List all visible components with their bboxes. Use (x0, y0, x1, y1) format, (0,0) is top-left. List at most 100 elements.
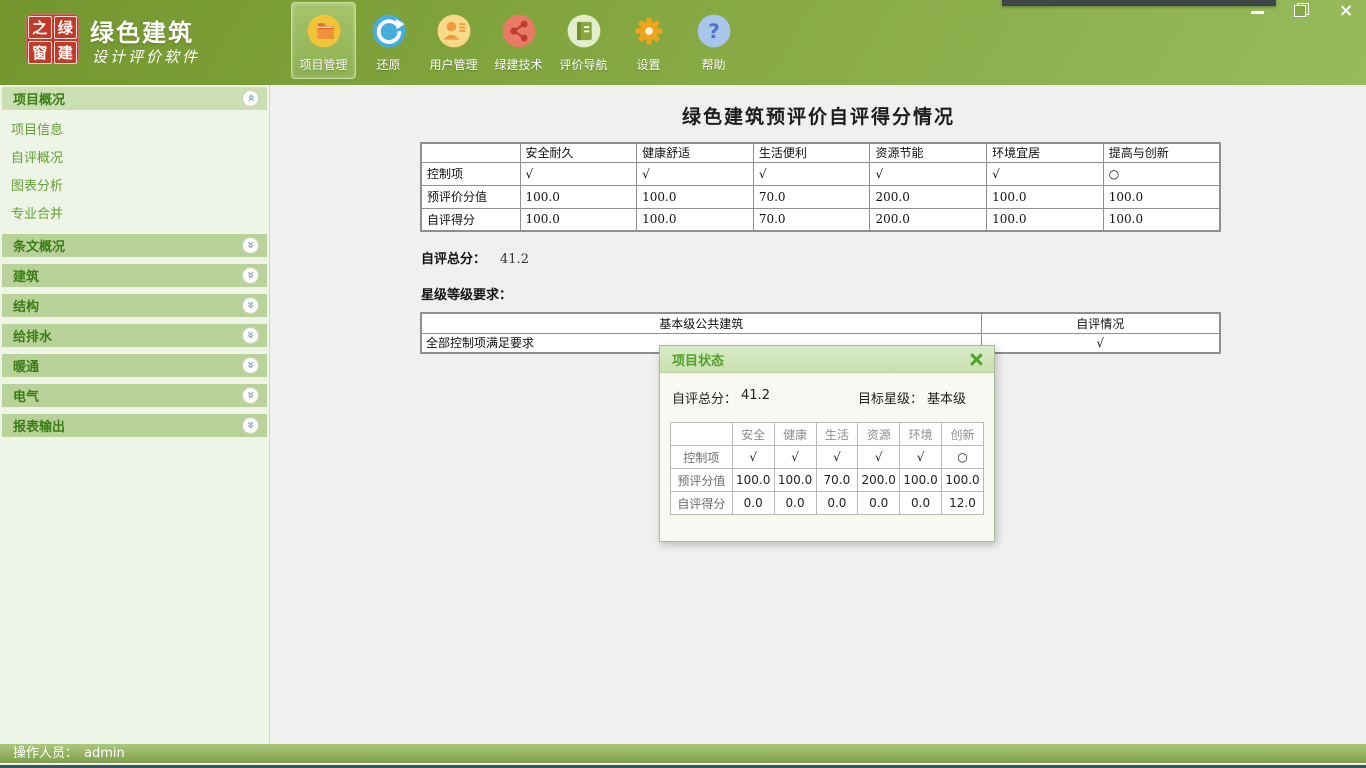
table-header-cell: 环境宜居 (987, 143, 1104, 162)
chevron-down-icon[interactable] (242, 267, 259, 284)
self-eval-total-label: 自评总分： (421, 252, 486, 267)
table-cell: 100.0 (637, 208, 754, 231)
table-cell: 200.0 (858, 469, 900, 492)
sidebar-item-project-info[interactable]: 项目信息 (0, 117, 269, 145)
table-cell: √ (774, 446, 816, 469)
toolbar-button-label: 设置 (636, 56, 660, 73)
table-row: 控制项 √ √ √ √ √ ○ (671, 446, 984, 469)
toolbar-button-label: 帮助 (701, 56, 725, 73)
toolbar-button-label: 用户管理 (429, 56, 477, 73)
chevron-down-icon[interactable] (242, 237, 259, 254)
dialog-target-label: 目标星级： (858, 388, 923, 407)
chevron-down-icon[interactable] (242, 387, 259, 404)
dialog-titlebar[interactable]: 项目状态 (660, 346, 994, 373)
dialog-total-label: 自评总分： (672, 388, 737, 407)
table-header-cell: 生活便利 (753, 143, 870, 162)
logo-char: 建 (54, 41, 78, 64)
table-row: 预评价分值 100.0 100.0 70.0 200.0 100.0 100.0 (421, 185, 1220, 208)
table-cell: √ (870, 162, 987, 185)
page-title: 绿色建筑预评价自评得分情况 (271, 102, 1366, 129)
dialog-close-icon[interactable] (968, 352, 983, 367)
sidebar-section-project-overview[interactable]: 项目概况 (2, 87, 267, 110)
sidebar-section-plumbing[interactable]: 给排水 (2, 324, 267, 347)
table-cell: 70.0 (753, 185, 870, 208)
toolbar-button-evaluation-nav[interactable]: 评价导航 (551, 2, 616, 79)
table-header-row: 基本级公共建筑 自评情况 (421, 313, 1220, 333)
close-icon[interactable] (1338, 3, 1353, 18)
table-header-cell (421, 143, 520, 162)
restore-arrow-icon (370, 12, 408, 50)
sidebar: 项目概况 项目信息 自评概况 图表分析 专业合并 条文概况 建筑 结构 给排水 … (0, 85, 270, 744)
table-header-cell: 自评情况 (981, 313, 1220, 333)
table-cell: 100.0 (520, 208, 637, 231)
chevron-down-icon[interactable] (242, 327, 259, 344)
table-cell: √ (753, 162, 870, 185)
background-window-edge (1002, 0, 1276, 6)
status-cell: √ (981, 333, 1220, 353)
toolbar-button-project-management[interactable]: 项目管理 (291, 2, 356, 79)
row-label-cell: 控制项 (421, 162, 520, 185)
chevron-down-icon[interactable] (242, 297, 259, 314)
logo-char: 绿 (54, 16, 78, 39)
table-cell: 100.0 (987, 208, 1104, 231)
dialog-target-value: 基本级 (927, 388, 966, 407)
table-cell: √ (520, 162, 637, 185)
table-header-cell: 资源 (858, 423, 900, 446)
table-cell: 100.0 (732, 469, 774, 492)
logo-char: 窗 (28, 41, 52, 64)
table-row: 控制项 √ √ √ √ √ ○ (421, 162, 1220, 185)
folder-icon (305, 12, 343, 50)
table-cell: 12.0 (942, 492, 984, 515)
restore-window-icon[interactable] (1294, 3, 1309, 18)
svg-text:?: ? (708, 20, 720, 43)
sidebar-section-clause-overview[interactable]: 条文概况 (2, 234, 267, 257)
toolbar-button-restore[interactable]: 还原 (356, 2, 421, 79)
table-header-cell: 提高与创新 (1103, 143, 1220, 162)
sidebar-section-electrical[interactable]: 电气 (2, 384, 267, 407)
table-header-cell: 创新 (942, 423, 984, 446)
row-label-cell: 自评得分 (671, 492, 733, 515)
operator-value: admin (84, 746, 125, 761)
toolbar-button-settings[interactable]: 设置 (616, 2, 681, 79)
app-title: 绿色建筑 (90, 13, 194, 48)
table-header-cell: 健康舒适 (637, 143, 754, 162)
chevron-up-icon[interactable] (242, 90, 259, 107)
sidebar-section-hvac[interactable]: 暖通 (2, 354, 267, 377)
table-cell: 200.0 (870, 185, 987, 208)
sidebar-item-self-eval-overview[interactable]: 自评概况 (0, 145, 269, 173)
sidebar-section-report-output[interactable]: 报表输出 (2, 414, 267, 437)
table-cell: √ (637, 162, 754, 185)
table-cell: 0.0 (732, 492, 774, 515)
window-controls (1250, 3, 1353, 18)
table-row: 自评得分 0.0 0.0 0.0 0.0 0.0 12.0 (671, 492, 984, 515)
sidebar-section-structure[interactable]: 结构 (2, 294, 267, 317)
book-icon (565, 12, 603, 50)
row-label-cell: 自评得分 (421, 208, 520, 231)
toolbar-button-label: 还原 (376, 56, 400, 73)
table-row: 预评分值 100.0 100.0 70.0 200.0 100.0 100.0 (671, 469, 984, 492)
user-icon (435, 12, 473, 50)
sidebar-section-architecture[interactable]: 建筑 (2, 264, 267, 287)
table-header-cell: 健康 (774, 423, 816, 446)
dialog-total-value: 41.2 (741, 388, 770, 407)
table-header-cell (671, 423, 733, 446)
minimize-icon[interactable] (1250, 3, 1265, 18)
toolbar-button-user-management[interactable]: 用户管理 (421, 2, 486, 79)
toolbar-button-help[interactable]: ? 帮助 (681, 2, 746, 79)
table-cell: √ (816, 446, 858, 469)
table-cell: 0.0 (900, 492, 942, 515)
table-cell: 70.0 (753, 208, 870, 231)
sidebar-section-label: 结构 (13, 296, 242, 315)
table-cell: ○ (942, 446, 984, 469)
table-cell: ○ (1103, 162, 1220, 185)
table-cell: 100.0 (987, 185, 1104, 208)
sidebar-item-chart-analysis[interactable]: 图表分析 (0, 173, 269, 201)
table-cell: √ (900, 446, 942, 469)
chevron-down-icon[interactable] (242, 417, 259, 434)
chevron-down-icon[interactable] (242, 357, 259, 374)
table-header-cell: 安全 (732, 423, 774, 446)
sidebar-item-discipline-merge[interactable]: 专业合并 (0, 201, 269, 229)
table-cell: 100.0 (520, 185, 637, 208)
toolbar-button-green-tech[interactable]: 绿建技术 (486, 2, 551, 79)
row-label-cell: 预评价分值 (421, 185, 520, 208)
